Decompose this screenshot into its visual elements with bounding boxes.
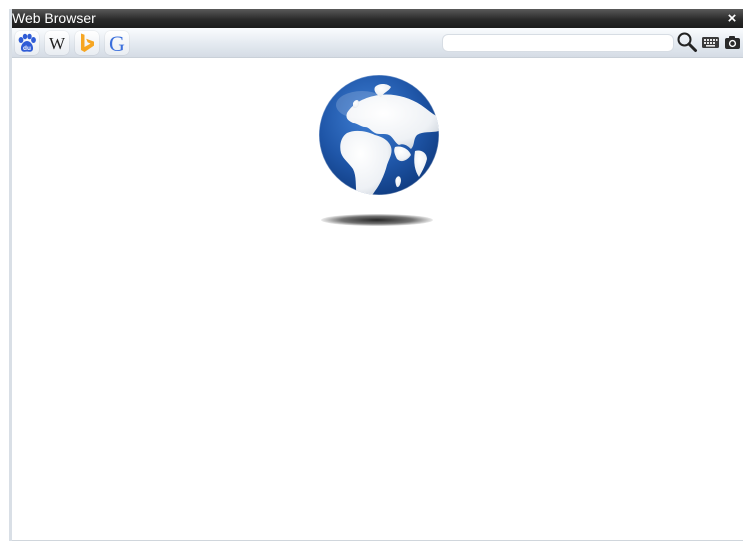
- wikipedia-w-icon: W: [49, 34, 66, 53]
- search-input[interactable]: [442, 34, 674, 52]
- baidu-button[interactable]: du: [15, 31, 39, 55]
- web-content: [12, 58, 743, 541]
- svg-text:du: du: [23, 45, 31, 52]
- search-button[interactable]: [676, 31, 698, 53]
- bing-button[interactable]: [75, 31, 99, 55]
- baidu-paw-icon: du: [18, 33, 36, 52]
- keyboard-button[interactable]: [700, 31, 722, 53]
- svg-text:W: W: [49, 34, 66, 53]
- title-bar[interactable]: Web Browser ×: [12, 9, 743, 28]
- browser-window: Web Browser × du W G: [9, 9, 743, 541]
- close-icon[interactable]: ×: [725, 9, 739, 28]
- google-g-icon: G: [109, 31, 125, 55]
- google-button[interactable]: G: [105, 31, 129, 55]
- toolbar: du W G: [12, 28, 743, 58]
- wikipedia-button[interactable]: W: [45, 31, 69, 55]
- window-title: Web Browser: [12, 10, 96, 26]
- globe-shadow: [321, 214, 433, 226]
- svg-text:G: G: [109, 31, 125, 55]
- globe-icon: [318, 74, 440, 196]
- keyboard-icon: [702, 37, 719, 48]
- bing-b-icon: [81, 33, 94, 52]
- magnifier-icon: [677, 32, 697, 52]
- screenshot-button[interactable]: [722, 31, 743, 53]
- camera-icon: [725, 36, 740, 49]
